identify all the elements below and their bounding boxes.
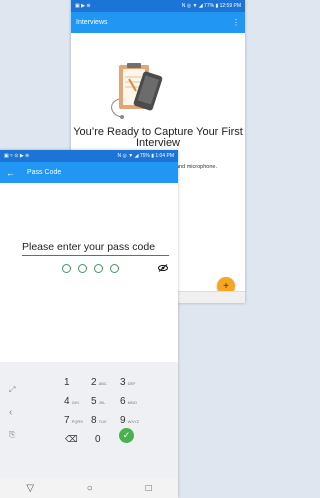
overflow-menu-icon[interactable]: ⋮ <box>232 18 240 27</box>
backspace-key[interactable]: ⌫ <box>65 434 78 445</box>
pin-dot <box>78 264 87 273</box>
app-bar: ← Pass Code <box>0 162 178 183</box>
pass-code-screen: ▣ ≈ ⊙ ▶ ⊜ N ◎ ▼ ◢ 75% ▮ 1:04 PM ← Pass C… <box>0 150 178 498</box>
pass-code-prompt: Please enter your pass code <box>22 241 169 256</box>
keyboard-resize-icon[interactable]: ⤢ <box>9 385 15 395</box>
keyboard-left-icon[interactable]: ‹ <box>9 407 12 418</box>
page-title: Interviews <box>76 19 108 26</box>
nav-back-icon[interactable]: ▽ <box>26 483 34 494</box>
key-1[interactable]: 1 <box>64 377 72 388</box>
visibility-off-icon[interactable] <box>158 264 168 272</box>
status-right: N ◎ ▼ ◢ 75% ▮ 1:04 PM <box>117 153 174 159</box>
status-left-icons: ▣ ≈ ⊙ ▶ ⊜ <box>4 153 30 159</box>
key-6[interactable]: 6 MNO <box>120 396 137 407</box>
confirm-check-button[interactable]: ✓ <box>119 428 134 443</box>
clipboard-phone-illustration <box>111 63 163 119</box>
back-arrow-icon[interactable]: ← <box>6 168 15 178</box>
status-bar: ▣ ▶ ⊜ N ◎ ▼ ◢ 77% ▮ 12:59 PM <box>71 0 245 12</box>
navigation-bar: ▽ ○ □ <box>0 478 178 498</box>
key-9[interactable]: 9 WXYZ <box>120 415 139 426</box>
nav-home-icon[interactable]: ○ <box>87 483 93 494</box>
status-left-icons: ▣ ▶ ⊜ <box>75 3 91 9</box>
app-bar: Interviews ⋮ <box>71 12 245 33</box>
key-5[interactable]: 5 JKL <box>91 396 105 407</box>
page-title: Pass Code <box>27 169 62 176</box>
keyboard-clipboard-icon[interactable]: ⎘ <box>9 430 15 440</box>
key-3[interactable]: 3 DEF <box>120 377 136 388</box>
key-4[interactable]: 4 GHI <box>64 396 79 407</box>
status-right: N ◎ ▼ ◢ 77% ▮ 12:59 PM <box>181 3 241 9</box>
pin-dot <box>110 264 119 273</box>
pin-dot <box>62 264 71 273</box>
numeric-keypad: ⤢ ‹ ⎘ 1 2 ABC 3 DEF 4 GHI 5 JKL 6 MNO 7 PQRS 8… <box>0 362 178 482</box>
subtext: and microphone. <box>176 164 217 170</box>
nav-recent-icon[interactable]: □ <box>146 483 152 494</box>
pin-dot <box>94 264 103 273</box>
key-2[interactable]: 2 ABC <box>91 377 107 388</box>
pin-dots <box>62 264 119 273</box>
key-0[interactable]: 0 <box>95 434 101 445</box>
key-7[interactable]: 7 PQRS <box>64 415 83 426</box>
key-8[interactable]: 8 TUV <box>91 415 107 426</box>
ready-headline: You’re Ready to Capture Your First Inter… <box>73 126 243 149</box>
status-bar: ▣ ≈ ⊙ ▶ ⊜ N ◎ ▼ ◢ 75% ▮ 1:04 PM <box>0 150 178 162</box>
